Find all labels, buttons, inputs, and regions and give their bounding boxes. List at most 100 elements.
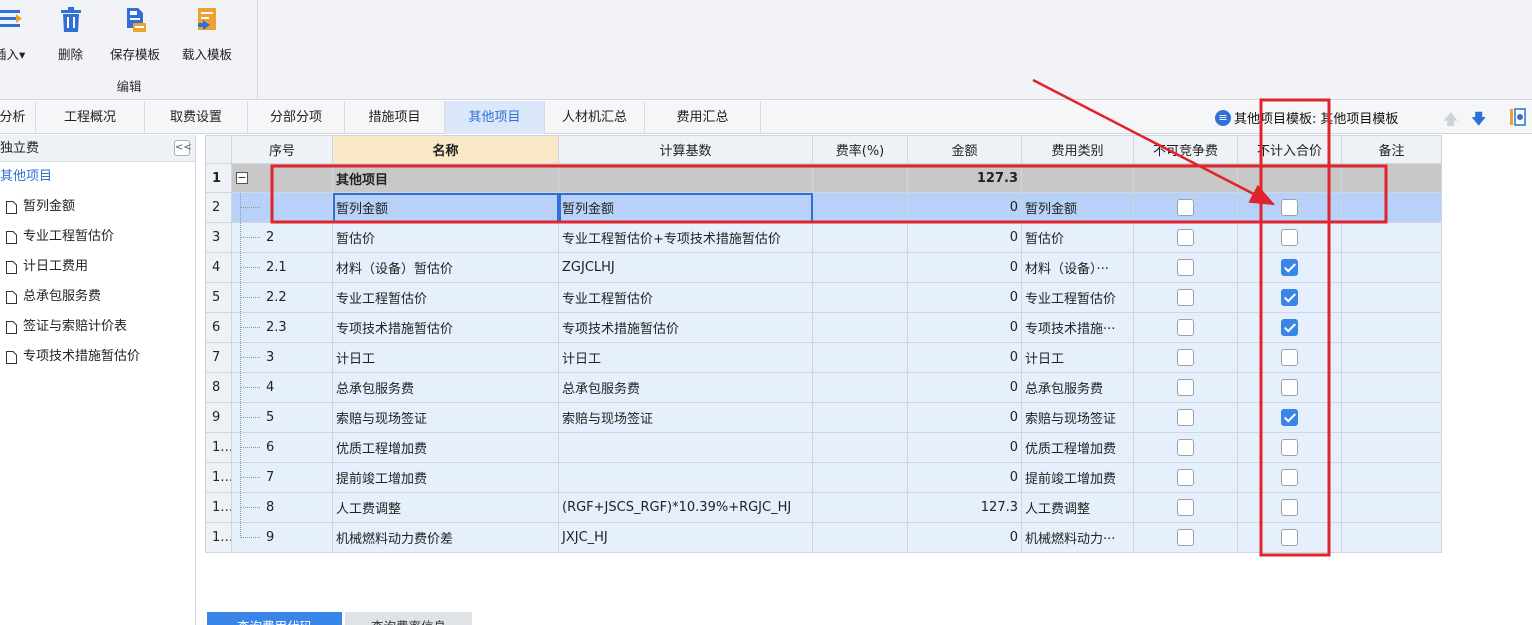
- tab-fee-settings[interactable]: 取费设置: [145, 101, 248, 134]
- header-exclude[interactable]: 不计入合价: [1237, 135, 1342, 164]
- exclude-checkbox[interactable]: [1281, 499, 1298, 516]
- exclude-checkbox[interactable]: [1281, 349, 1298, 366]
- table-row[interactable]: 5 2.2 专业工程暂估价 专业工程暂估价 0 专业工程暂估价: [205, 282, 1442, 313]
- seq-cell[interactable]: 2.1: [231, 252, 333, 283]
- sidebar-item-general-contract-fee[interactable]: 总承包服务费: [0, 282, 195, 312]
- amount-cell[interactable]: 0: [907, 252, 1022, 283]
- category-cell[interactable]: 索赔与现场签证: [1021, 402, 1134, 433]
- delete-button[interactable]: 删除: [58, 4, 83, 64]
- non-compete-checkbox[interactable]: [1177, 379, 1194, 396]
- seq-cell[interactable]: 2: [231, 222, 333, 253]
- sidebar-item-professional-estimate[interactable]: 专业工程暂估价: [0, 222, 195, 252]
- remark-cell[interactable]: [1341, 402, 1442, 433]
- header-category[interactable]: 费用类别: [1021, 135, 1134, 164]
- collapse-button[interactable]: <<: [174, 140, 192, 156]
- non-compete-checkbox[interactable]: [1177, 229, 1194, 246]
- category-cell[interactable]: 机械燃料动力···: [1021, 522, 1134, 553]
- table-row[interactable]: 1− 其他项目 127.3: [205, 163, 1442, 193]
- amount-cell[interactable]: 0: [907, 222, 1022, 253]
- name-cell[interactable]: 暂估价: [332, 222, 559, 253]
- tab-other-items[interactable]: 其他项目: [445, 101, 545, 134]
- rate-cell[interactable]: [812, 342, 908, 373]
- remark-cell[interactable]: [1341, 252, 1442, 283]
- seq-cell[interactable]: 3: [231, 342, 333, 373]
- name-cell[interactable]: 计日工: [332, 342, 559, 373]
- base-cell[interactable]: 计日工: [558, 342, 813, 373]
- table-row[interactable]: 4 2.1 材料（设备）暂估价 ZGJCLHJ 0 材料（设备）···: [205, 252, 1442, 283]
- table-row[interactable]: 6 2.3 专项技术措施暂估价 专项技术措施暂估价 0 专项技术措施···: [205, 312, 1442, 343]
- name-cell[interactable]: 机械燃料动力费价差: [332, 522, 559, 553]
- tab-analysis[interactable]: 分析: [0, 101, 36, 134]
- remark-cell[interactable]: [1341, 372, 1442, 403]
- non-compete-checkbox[interactable]: [1177, 349, 1194, 366]
- base-cell[interactable]: (RGF+JSCS_RGF)*10.39%+RGJC_HJ: [558, 492, 813, 523]
- sidebar-item-visa-claims[interactable]: 签证与索赔计价表: [0, 312, 195, 342]
- amount-cell[interactable]: 0: [907, 372, 1022, 403]
- table-row[interactable]: 9 5 索赔与现场签证 索赔与现场签证 0 索赔与现场签证: [205, 402, 1442, 433]
- rate-cell[interactable]: [812, 222, 908, 253]
- base-cell[interactable]: 专业工程暂估价: [558, 282, 813, 313]
- amount-cell[interactable]: 127.3: [907, 163, 1022, 193]
- amount-cell[interactable]: 0: [907, 522, 1022, 553]
- header-seq[interactable]: 序号: [231, 135, 333, 164]
- table-row[interactable]: 11 7 提前竣工增加费 0 提前竣工增加费: [205, 462, 1442, 493]
- amount-cell[interactable]: 0: [907, 312, 1022, 343]
- seq-cell[interactable]: 6: [231, 432, 333, 463]
- collapse-tree-icon[interactable]: −: [236, 172, 248, 184]
- seq-cell[interactable]: 2.2: [231, 282, 333, 313]
- name-cell[interactable]: 专项技术措施暂估价: [332, 312, 559, 343]
- non-compete-checkbox[interactable]: [1177, 469, 1194, 486]
- rate-cell[interactable]: [812, 372, 908, 403]
- non-compete-checkbox[interactable]: [1177, 199, 1194, 216]
- remark-cell[interactable]: [1341, 342, 1442, 373]
- tab-fee-summary[interactable]: 费用汇总: [645, 101, 761, 134]
- category-cell[interactable]: 提前竣工增加费: [1021, 462, 1134, 493]
- non-compete-checkbox[interactable]: [1177, 409, 1194, 426]
- amount-cell[interactable]: 0: [907, 192, 1022, 223]
- non-compete-checkbox[interactable]: [1177, 529, 1194, 546]
- rate-cell[interactable]: [812, 163, 908, 193]
- base-cell[interactable]: 暂列金额: [558, 192, 813, 223]
- non-compete-checkbox[interactable]: [1177, 259, 1194, 276]
- tab-measures[interactable]: 措施项目: [345, 101, 445, 134]
- base-cell[interactable]: [558, 462, 813, 493]
- table-row[interactable]: 2 暂列金额 暂列金额 0 暂列金额: [205, 192, 1442, 223]
- seq-cell[interactable]: 7: [231, 462, 333, 493]
- rate-cell[interactable]: [812, 492, 908, 523]
- exclude-checkbox[interactable]: [1281, 409, 1298, 426]
- base-cell[interactable]: JXJC_HJ: [558, 522, 813, 553]
- name-cell[interactable]: 专业工程暂估价: [332, 282, 559, 313]
- sidebar-item-special-measures-estimate[interactable]: 专项技术措施暂估价: [0, 342, 195, 372]
- exclude-checkbox[interactable]: [1281, 379, 1298, 396]
- exclude-checkbox[interactable]: [1281, 229, 1298, 246]
- exclude-checkbox[interactable]: [1281, 469, 1298, 486]
- non-compete-checkbox[interactable]: [1177, 439, 1194, 456]
- header-amount[interactable]: 金额: [907, 135, 1022, 164]
- category-cell[interactable]: 人工费调整: [1021, 492, 1134, 523]
- rate-cell[interactable]: [812, 522, 908, 553]
- base-cell[interactable]: 索赔与现场签证: [558, 402, 813, 433]
- remark-cell[interactable]: [1341, 163, 1442, 193]
- name-cell[interactable]: 材料（设备）暂估价: [332, 252, 559, 283]
- rate-cell[interactable]: [812, 402, 908, 433]
- category-cell[interactable]: 材料（设备）···: [1021, 252, 1134, 283]
- table-row[interactable]: 13 9 机械燃料动力费价差 JXJC_HJ 0 机械燃料动力···: [205, 522, 1442, 553]
- amount-cell[interactable]: 127.3: [907, 492, 1022, 523]
- seq-cell[interactable]: 8: [231, 492, 333, 523]
- header-rate[interactable]: 费率(%): [812, 135, 908, 164]
- exclude-checkbox[interactable]: [1281, 319, 1298, 336]
- category-cell[interactable]: 计日工: [1021, 342, 1134, 373]
- tab-material-summary[interactable]: 人材机汇总: [545, 101, 645, 134]
- table-row[interactable]: 12 8 人工费调整 (RGF+JSCS_RGF)*10.39%+RGJC_HJ 127…: [205, 492, 1442, 523]
- category-cell[interactable]: 专项技术措施···: [1021, 312, 1134, 343]
- rate-cell[interactable]: [812, 252, 908, 283]
- category-cell[interactable]: 专业工程暂估价: [1021, 282, 1134, 313]
- seq-cell[interactable]: 5: [231, 402, 333, 433]
- rate-cell[interactable]: [812, 192, 908, 223]
- table-row[interactable]: 7 3 计日工 计日工 0 计日工: [205, 342, 1442, 373]
- table-row[interactable]: 8 4 总承包服务费 总承包服务费 0 总承包服务费: [205, 372, 1442, 403]
- header-non-compete[interactable]: 不可竞争费: [1133, 135, 1238, 164]
- remark-cell[interactable]: [1341, 312, 1442, 343]
- name-cell[interactable]: 其他项目: [332, 163, 559, 193]
- exclude-checkbox[interactable]: [1281, 529, 1298, 546]
